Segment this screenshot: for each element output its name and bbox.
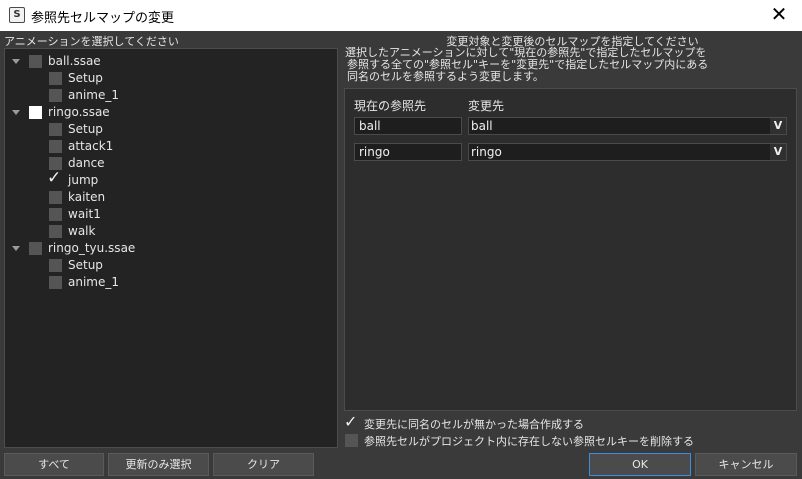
animation-checkbox[interactable] [49,225,62,238]
title-bar: S 参照先セルマップの変更 ✕ [0,0,802,31]
animation-name: Setup [68,258,103,272]
tree-row-animation[interactable]: Setup [5,121,335,138]
animation-tree: ball.ssae Setup anime_1 ringo.ssae Setup atta… [4,48,338,448]
expand-arrow-icon[interactable] [12,246,20,251]
animation-name: Setup [68,71,103,85]
animation-name: jump [68,173,99,187]
animation-checkbox[interactable] [49,259,62,272]
checkmark-icon: ✓ [344,412,358,431]
select-all-button[interactable]: すべて [4,453,104,476]
file-name: ringo_tyu.ssae [48,241,136,255]
tree-row-animation[interactable]: attack1 [5,138,335,155]
animation-name: dance [68,156,105,170]
animation-checkbox[interactable] [49,140,62,153]
tree-row-animation[interactable]: kaiten [5,189,335,206]
expand-arrow-icon[interactable] [12,110,20,115]
dropdown-arrow-icon[interactable]: V [770,118,786,134]
option-label: 参照先セルがプロジェクト内に存在しない参照セルキーを削除する [364,435,694,448]
select-updated-only-button[interactable]: 更新のみ選択 [108,453,209,476]
window-title: 参照先セルマップの変更 [31,11,175,26]
expand-arrow-icon[interactable] [12,59,20,64]
animation-checkbox[interactable] [49,123,62,136]
file-name: ringo.ssae [48,105,110,119]
animation-checkbox[interactable] [49,276,62,289]
dropdown-arrow-icon[interactable]: V [770,144,786,160]
cancel-button[interactable]: キャンセル [695,453,797,476]
tree-row-file[interactable]: ball.ssae [5,53,335,70]
clear-button[interactable]: クリア [213,453,314,476]
file-checkbox[interactable] [29,242,42,255]
tree-row-file[interactable]: ringo.ssae [5,104,335,121]
animation-checkbox[interactable] [49,208,62,221]
close-button[interactable]: ✕ [756,0,802,31]
animation-name: anime_1 [68,88,119,102]
app-icon: S [9,7,25,23]
animation-checkbox[interactable]: ✓ [47,168,62,188]
file-name: ball.ssae [48,54,101,68]
animation-name: anime_1 [68,275,119,289]
tree-row-animation[interactable]: Setup [5,257,335,274]
animation-checkbox[interactable] [49,191,62,204]
close-icon: ✕ [770,2,788,26]
description-line-3: 同名のセルを参照するよう変更します。 [347,70,544,83]
tree-row-animation[interactable]: anime_1 [5,274,335,291]
current-cellmap-field: ringo [354,143,462,161]
checkmark-icon: ✓ [47,168,62,188]
animation-checkbox[interactable] [49,89,62,102]
target-cellmap-select[interactable]: ball V [468,117,787,135]
target-cellmap-select[interactable]: ringo V [468,143,787,161]
target-header: 変更先 [468,99,505,113]
target-cellmap-value: ringo [471,145,502,159]
animation-name: kaiten [68,190,106,204]
cellmap-mapping-panel: 現在の参照先 変更先 ball ball V ringo ringo V [344,88,797,411]
tree-row-file[interactable]: ringo_tyu.ssae [5,240,335,257]
animation-name: attack1 [68,139,114,153]
animation-name: walk [68,224,96,238]
option-label: 変更先に同名のセルが無かった場合作成する [364,418,584,431]
animation-list-header: アニメーションを選択してください [4,35,179,48]
file-checkbox[interactable] [29,106,42,119]
tree-row-animation[interactable]: walk [5,223,335,240]
current-cellmap-field: ball [354,117,462,135]
create-missing-checkbox[interactable]: ✓ [344,412,358,431]
tree-row-animation[interactable]: ✓ jump [5,168,335,189]
animation-checkbox[interactable] [49,72,62,85]
animation-name: wait1 [68,207,101,221]
target-cellmap-value: ball [471,119,493,133]
ok-button[interactable]: OK [589,453,691,476]
delete-invalid-checkbox[interactable] [345,434,358,447]
tree-row-animation[interactable]: anime_1 [5,87,335,104]
tree-row-animation[interactable]: Setup [5,70,335,87]
file-checkbox[interactable] [29,55,42,68]
current-ref-header: 現在の参照先 [354,99,427,113]
tree-row-animation[interactable]: wait1 [5,206,335,223]
animation-name: Setup [68,122,103,136]
